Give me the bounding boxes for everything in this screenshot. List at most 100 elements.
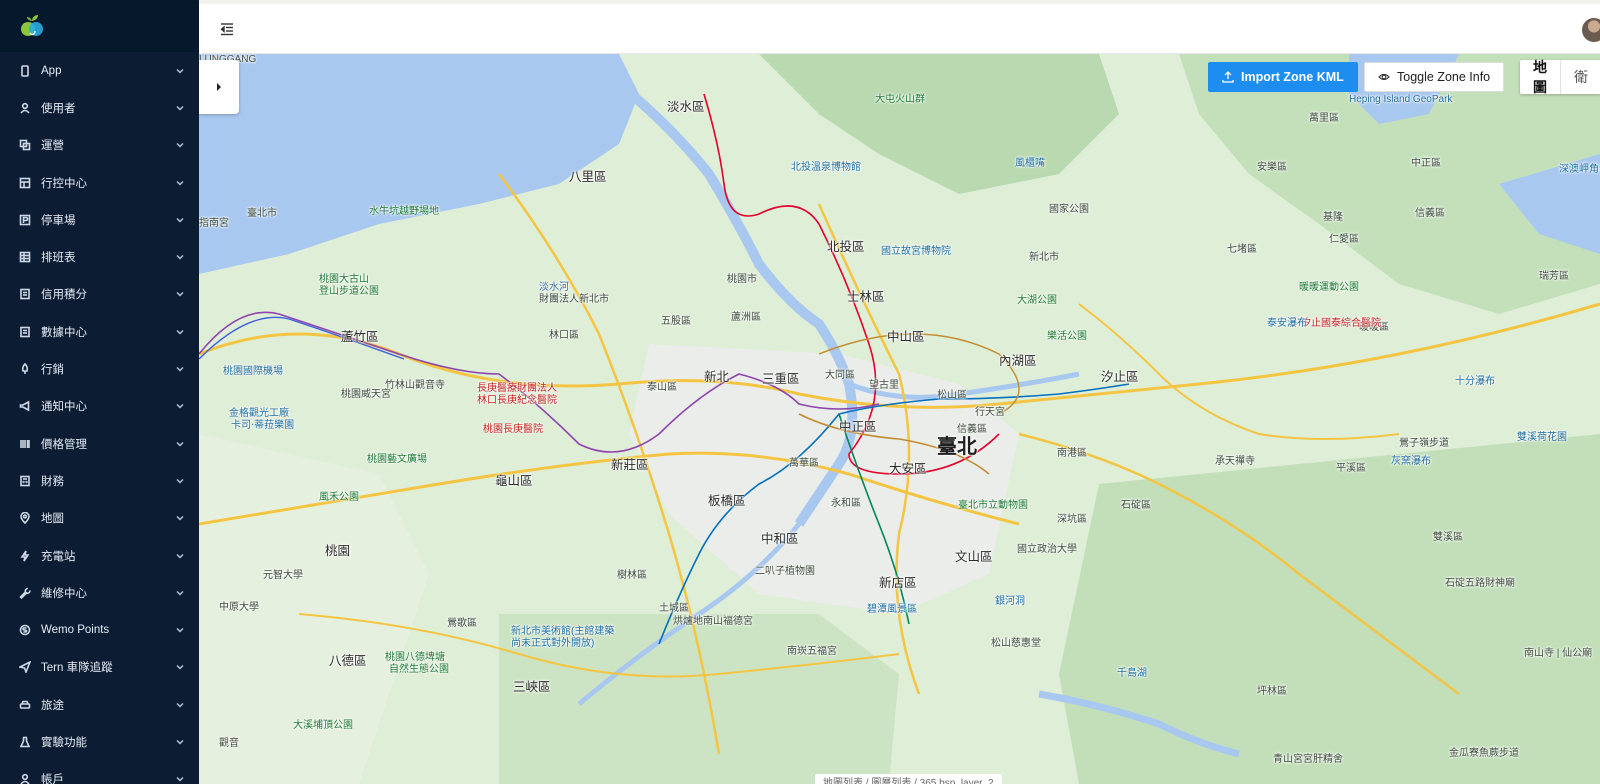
chevron-down-icon [175,439,185,449]
place-label: 深澳岬角步道 [1559,164,1600,175]
sidebar-item-11[interactable]: 財務 [0,462,199,499]
user-icon [18,101,32,115]
place-label: 平溪區 [1336,463,1366,474]
place-label: 自然生態公園 [389,664,449,675]
place-label: 林口長庚紀念醫院 [477,395,557,406]
sidebar-item-1[interactable]: 使用者 [0,89,199,126]
place-label: 十分瀑布 [1455,376,1495,387]
coin-icon [18,623,32,637]
place-label: 臺北市立動物園 [958,500,1028,511]
sidebar-item-5[interactable]: 排班表 [0,238,199,275]
place-label: 仁愛區 [1329,234,1359,245]
user-avatar[interactable] [1582,18,1600,42]
place-label: 三峽區 [513,680,551,694]
sidebar-item-0[interactable]: App [0,52,199,89]
sidebar-item-7[interactable]: 數據中心 [0,313,199,350]
chevron-down-icon [175,774,185,784]
upload-icon [1222,71,1234,83]
place-label: 信義區 [957,424,987,435]
place-label: 桃園市 [727,274,757,285]
place-label: 鶯子嶺步道 [1399,438,1449,449]
sidebar-item-12[interactable]: 地圖 [0,500,199,537]
toggle-zone-info-button[interactable]: Toggle Zone Info [1364,62,1505,92]
sidebar-item-label: App [41,64,62,77]
sidebar-item-14[interactable]: 維修中心 [0,574,199,611]
sidebar-item-3[interactable]: 行控中心 [0,164,199,201]
import-zone-kml-button[interactable]: Import Zone KML [1208,62,1358,92]
place-label: 泰山區 [647,382,677,393]
sidebar-item-4[interactable]: 停車場 [0,201,199,238]
sidebar-item-6[interactable]: 信用積分 [0,276,199,313]
chevron-down-icon [175,625,185,635]
table-icon [18,250,32,264]
account-icon [18,772,32,784]
place-label: 新店區 [879,576,917,590]
send-icon [18,660,32,674]
place-label: 桃園 [325,544,351,558]
breadcrumb: 地圖列表 / 圖層列表 / 365 bsp_layer_2 [815,774,1002,784]
sidebar-item-9[interactable]: 通知中心 [0,388,199,425]
chevron-down-icon [175,588,185,598]
sidebar-item-label: 使用者 [41,102,76,115]
place-label: 八德區 [329,654,367,668]
place-label: 水牛坑越野場地 [369,206,439,217]
place-label: 坪林區 [1257,686,1287,697]
sidebar-item-18[interactable]: 實驗功能 [0,723,199,760]
document-icon [18,325,32,339]
lightning-icon [18,549,32,563]
place-label: 蘆竹區 [341,330,379,344]
sidebar-item-19[interactable]: 帳戶 [0,761,199,784]
chevron-down-icon [175,66,185,76]
car-icon [18,698,32,712]
place-label: 安樂區 [1257,162,1287,173]
place-label: 松山區 [937,390,967,401]
place-label: 北投區 [827,240,865,254]
calculator-icon [18,474,32,488]
place-label: 風禾公園 [319,492,359,503]
sidebar-item-2[interactable]: 運營 [0,127,199,164]
place-label: 萬里區 [1309,113,1339,124]
sidebar-item-label: 旅途 [41,699,64,712]
chevron-down-icon [175,140,185,150]
place-label: 泰安瀑布 [1267,318,1307,329]
place-label: Heping Island GeoPark [1349,94,1453,105]
menu-collapse-icon[interactable] [219,21,235,37]
sidebar-item-17[interactable]: 旅途 [0,686,199,723]
place-label: 烘爐地南山福德宮 [673,616,753,627]
logo[interactable] [0,0,199,52]
sidebar-item-15[interactable]: Wemo Points [0,611,199,648]
place-label: 中山區 [887,330,925,344]
place-label: 桃園威天宮 [341,389,391,400]
sidebar-item-10[interactable]: 價格管理 [0,425,199,462]
sidebar-item-label: 價格管理 [41,438,87,451]
place-label: 鶯歌區 [447,618,477,629]
eye-icon [1378,73,1390,81]
sidebar-item-label: 維修中心 [41,587,87,600]
sidebar-item-16[interactable]: Tern 車隊追蹤 [0,649,199,686]
place-label: 暖暖運動公園 [1299,282,1359,293]
chevron-down-icon [175,551,185,561]
place-label: 銀河洞 [995,596,1025,607]
place-label: 士林區 [847,290,885,304]
sidebar-item-label: 地圖 [41,513,64,526]
place-label: 大湖公園 [1017,295,1057,306]
place-label: 千島湖 [1117,668,1147,679]
place-label: 林口區 [549,330,579,341]
chevron-right-icon [217,83,221,91]
sidebar-item-13[interactable]: 充電站 [0,537,199,574]
place-label: 南崁五福宮 [787,646,837,657]
map-type-roadmap-button[interactable]: 地圖 [1520,59,1560,95]
dashboard-icon [18,176,32,190]
place-label: 石碇區 [1121,500,1151,511]
map-canvas[interactable]: 淡水區 八里區 北投區 士林區 中山區 內湖區 汐止區 蘆竹區 林口區 五股區 蘆洲區 泰山區 新北 三重… [199,54,1600,784]
place-label: 臺北市 [247,208,277,219]
sidebar-item-label: Wemo Points [41,624,110,637]
place-label: 樹林區 [617,570,647,581]
place-label: 淡水區 [667,100,705,114]
place-label: 青山宮宮肝精舍 [1273,754,1343,765]
sidebar-item-8[interactable]: 行銷 [0,350,199,387]
panel-expand-button[interactable] [199,60,239,114]
place-label: 桃園長庚醫院 [483,424,543,435]
wemo-logo-icon [21,15,43,36]
map-type-satellite-button[interactable]: 衛 [1560,60,1600,94]
